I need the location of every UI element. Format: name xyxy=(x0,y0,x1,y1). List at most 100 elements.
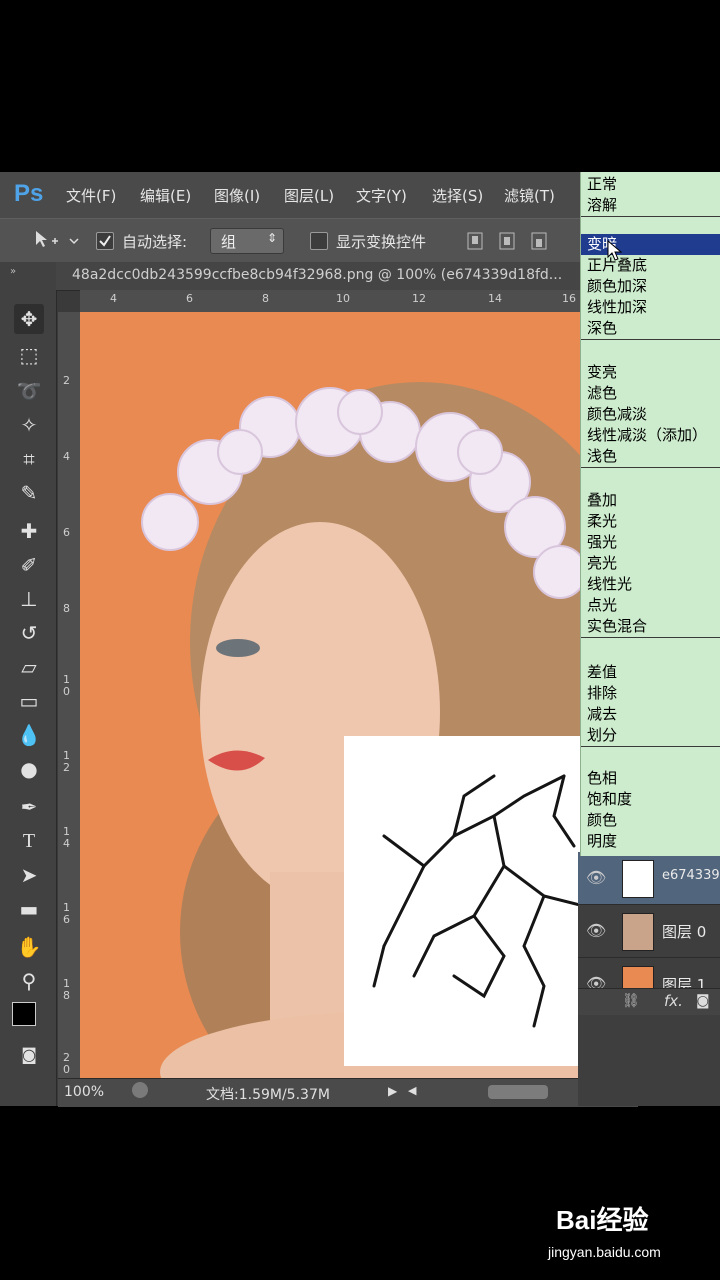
ps-logo: Ps xyxy=(14,180,44,207)
marquee-tool-icon[interactable]: ⬚ xyxy=(14,340,44,370)
document-size: 文档:1.59M/5.37M xyxy=(206,1087,330,1103)
quick-mask-icon[interactable]: ◙ xyxy=(14,1040,44,1070)
status-export-icon[interactable] xyxy=(132,1082,148,1098)
blend-option[interactable]: 颜色减淡 xyxy=(581,404,720,425)
collapse-icon[interactable]: » xyxy=(10,266,16,277)
blend-option[interactable]: 差值 xyxy=(581,662,720,683)
blend-option[interactable]: 饱和度 xyxy=(581,789,720,810)
menu-type[interactable]: 文字(Y) xyxy=(356,185,407,206)
menu-image[interactable]: 图像(I) xyxy=(214,185,260,206)
show-transform-checkbox[interactable] xyxy=(310,232,328,250)
blend-option[interactable]: 叠加 xyxy=(581,490,720,511)
ruler-tick: 2 xyxy=(63,374,70,387)
blend-option[interactable]: 实色混合 xyxy=(581,616,720,637)
layers-panel: 👁 e674339 👁 图层 0 👁 图层 1 ⛓ fx. ◙ xyxy=(578,852,720,1106)
foreground-color-swatch[interactable] xyxy=(12,1002,36,1026)
blend-option[interactable]: 划分 xyxy=(581,725,720,746)
checkmark-icon xyxy=(99,235,111,247)
ruler-tick: 1 0 xyxy=(63,673,70,698)
path-selection-tool-icon[interactable]: ➤ xyxy=(14,860,44,890)
blend-option[interactable]: 柔光 xyxy=(581,511,720,532)
blend-option[interactable]: 减去 xyxy=(581,704,720,725)
add-mask-icon[interactable]: ◙ xyxy=(696,993,710,1009)
healing-brush-tool-icon[interactable]: ✚ xyxy=(14,516,44,546)
layer-name: 图层 0 xyxy=(662,923,707,941)
type-tool-icon[interactable]: T xyxy=(14,826,44,856)
blur-tool-icon[interactable]: 💧 xyxy=(14,720,44,750)
shape-tool-icon[interactable]: ▬ xyxy=(14,894,44,924)
layer-row[interactable]: 👁 图层 0 xyxy=(578,905,720,958)
layer-thumbnail xyxy=(622,860,654,898)
dodge-tool-icon[interactable]: ● xyxy=(14,754,44,784)
scroll-left-icon[interactable]: ◀ xyxy=(408,1084,416,1097)
eyedropper-tool-icon[interactable]: ✎ xyxy=(14,478,44,508)
stamp-tool-icon[interactable]: ⊥ xyxy=(14,584,44,614)
menu-select[interactable]: 选择(S) xyxy=(432,185,483,206)
link-layers-icon[interactable]: ⛓ xyxy=(622,993,640,1009)
blend-option[interactable]: 溶解 xyxy=(581,195,720,216)
blend-group-lighten: 变亮 滤色 颜色减淡 线性减淡（添加） 浅色 xyxy=(581,362,720,468)
move-tool-icon[interactable]: ✥ xyxy=(14,304,44,334)
blend-option[interactable]: 线性加深 xyxy=(581,297,720,318)
ruler-tick: 1 4 xyxy=(63,825,70,850)
play-arrow-icon[interactable]: ▶ xyxy=(388,1084,397,1098)
eye-icon[interactable]: 👁 xyxy=(586,868,606,887)
layer-style-fx-icon[interactable]: fx. xyxy=(664,992,683,1010)
blend-option[interactable]: 深色 xyxy=(581,318,720,339)
blend-option[interactable]: 颜色加深 xyxy=(581,276,720,297)
blend-group-darken: 变暗 正片叠底 颜色加深 线性加深 深色 xyxy=(581,234,720,340)
pen-tool-icon[interactable]: ✒ xyxy=(14,792,44,822)
layer-row[interactable]: 👁 图层 1 xyxy=(578,958,720,989)
auto-select-checkbox[interactable] xyxy=(96,232,114,250)
eye-icon[interactable]: 👁 xyxy=(586,974,606,988)
menu-filter[interactable]: 滤镜(T) xyxy=(504,185,555,206)
layer-row[interactable]: 👁 e674339 xyxy=(578,852,720,905)
zoom-tool-icon[interactable]: ⚲ xyxy=(14,966,44,996)
auto-select-dropdown[interactable]: 组 ⇕ xyxy=(210,228,284,254)
ruler-tick: 6 xyxy=(63,526,70,539)
menu-file[interactable]: 文件(F) xyxy=(66,185,116,206)
blend-option[interactable]: 正片叠底 xyxy=(581,255,720,276)
blend-option[interactable]: 线性光 xyxy=(581,574,720,595)
crop-tool-icon[interactable]: ⌗ xyxy=(14,444,44,474)
status-bar: 100% 文档:1.59M/5.37M ▶ ◀ ▶ xyxy=(58,1078,638,1107)
align-icons[interactable] xyxy=(466,231,556,251)
ruler-tick: 14 xyxy=(488,292,502,305)
ruler-tick: 2 0 xyxy=(63,1051,70,1076)
blend-option[interactable]: 亮光 xyxy=(581,553,720,574)
lasso-tool-icon[interactable]: ➰ xyxy=(14,376,44,406)
blend-option[interactable]: 滤色 xyxy=(581,383,720,404)
menu-layer[interactable]: 图层(L) xyxy=(284,185,334,206)
show-transform-label: 显示变换控件 xyxy=(336,233,427,251)
horizontal-scrollbar-thumb[interactable] xyxy=(488,1085,548,1099)
document-canvas[interactable] xyxy=(80,312,640,1080)
brush-tool-icon[interactable]: ✐ xyxy=(14,550,44,580)
blend-option[interactable]: 点光 xyxy=(581,595,720,616)
horizontal-ruler: 4 6 8 10 12 14 16 xyxy=(80,290,580,313)
eraser-tool-icon[interactable]: ▱ xyxy=(14,652,44,682)
zoom-level[interactable]: 100% xyxy=(64,1084,104,1100)
blend-option[interactable]: 色相 xyxy=(581,768,720,789)
history-brush-tool-icon[interactable]: ↺ xyxy=(14,618,44,648)
blend-option[interactable]: 排除 xyxy=(581,683,720,704)
blend-option[interactable]: 强光 xyxy=(581,532,720,553)
move-tool-icon[interactable] xyxy=(32,229,80,251)
blend-mode-dropdown[interactable]: 正常 溶解 变暗 正片叠底 颜色加深 线性加深 深色 变亮 滤色 颜色减淡 线性… xyxy=(580,172,720,856)
blend-option[interactable]: 浅色 xyxy=(581,446,720,467)
blend-option[interactable]: 正常 xyxy=(581,174,720,195)
document-tab[interactable]: 48a2dcc0db243599ccfbe8cb94f32968.png @ 1… xyxy=(72,267,562,283)
menu-edit[interactable]: 编辑(E) xyxy=(140,185,191,206)
layer-thumbnail xyxy=(622,966,654,988)
gradient-tool-icon[interactable]: ▭ xyxy=(14,686,44,716)
blend-option[interactable]: 变亮 xyxy=(581,362,720,383)
hand-tool-icon[interactable]: ✋ xyxy=(14,932,44,962)
baidu-watermark: Bai经验 xyxy=(556,1205,649,1235)
ruler-tick: 1 8 xyxy=(63,977,70,1002)
ruler-tick: 4 xyxy=(63,450,70,463)
eye-icon[interactable]: 👁 xyxy=(586,921,606,940)
blend-option[interactable]: 颜色 xyxy=(581,810,720,831)
magic-wand-tool-icon[interactable]: ✧ xyxy=(14,410,44,440)
blend-option[interactable]: 线性减淡（添加） xyxy=(581,425,720,446)
blend-option[interactable]: 明度 xyxy=(581,831,720,852)
blend-option-selected[interactable]: 变暗 xyxy=(581,234,720,255)
